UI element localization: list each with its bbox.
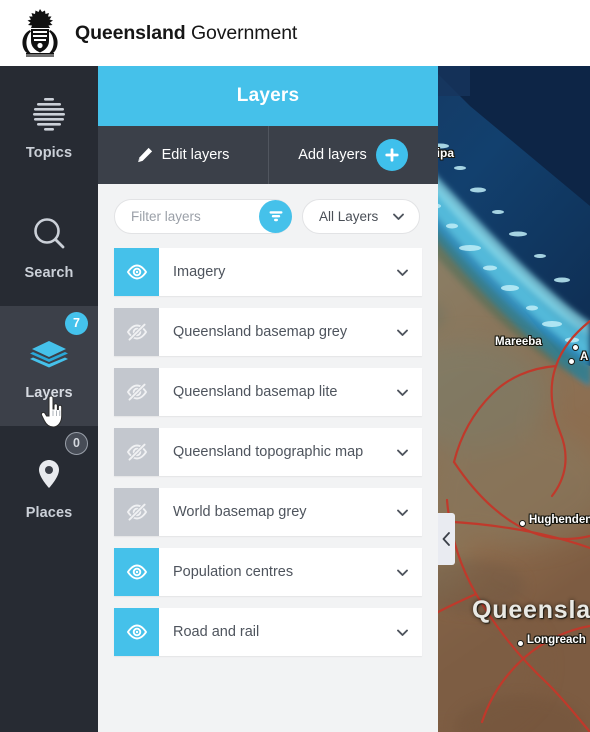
chevron-down-icon: [396, 389, 408, 396]
layer-expand-button[interactable]: [382, 548, 422, 596]
eye-slash-icon: [126, 382, 147, 402]
globe-stripes-icon: [33, 97, 65, 131]
edit-layers-label: Edit layers: [161, 147, 230, 163]
sidebar-item-search-label: Search: [24, 264, 74, 281]
eye-open-icon: [126, 564, 147, 580]
layer-scope-selected-value: All Layers: [319, 208, 379, 224]
add-layers-label: Add layers: [298, 147, 367, 163]
layer-expand-button[interactable]: [382, 608, 422, 656]
application-root: eipa Mareeba A n Hughenden Queensland Lo…: [0, 0, 590, 732]
chevron-down-icon: [396, 569, 408, 576]
filter-funnel-icon: [269, 211, 282, 222]
layer-row[interactable]: World basemap grey: [114, 488, 422, 536]
layer-row[interactable]: Queensland basemap grey: [114, 308, 422, 356]
map-state-label: Queensland: [472, 596, 590, 624]
layer-visibility-toggle[interactable]: [114, 488, 159, 536]
panel-title: Layers: [98, 66, 438, 126]
sidebar-item-layers[interactable]: 7 Layers: [0, 306, 98, 426]
eye-open-icon: [126, 264, 147, 280]
sidebar-item-topics[interactable]: Topics: [0, 66, 98, 186]
map-label: Hughenden: [529, 514, 590, 526]
layers-count-badge: 7: [65, 312, 88, 335]
eye-slash-icon: [126, 502, 147, 522]
site-brand-title: Queensland Government: [75, 22, 297, 45]
pencil-icon: [137, 147, 152, 163]
layer-expand-button[interactable]: [382, 428, 422, 476]
layer-visibility-toggle[interactable]: [114, 368, 159, 416]
chevron-down-icon: [396, 329, 408, 336]
layer-visibility-toggle[interactable]: [114, 308, 159, 356]
layer-name: Population centres: [173, 564, 294, 580]
sidebar-item-layers-label: Layers: [25, 384, 73, 401]
layer-name: Imagery: [173, 264, 226, 280]
layer-expand-button[interactable]: [382, 488, 422, 536]
layers-panel: Layers Edit layers Add layers Filter lay…: [98, 66, 438, 732]
layer-list: Imagery Queensland basemap grey Queensland…: [98, 248, 438, 732]
places-count-badge: 0: [65, 432, 88, 455]
layer-name: Queensland basemap lite: [173, 384, 338, 400]
chevron-left-icon: [442, 532, 450, 546]
map-city-dot: [519, 520, 526, 527]
layer-visibility-toggle[interactable]: [114, 428, 159, 476]
layer-row[interactable]: Road and rail: [114, 608, 422, 656]
layer-row[interactable]: Population centres: [114, 548, 422, 596]
edit-layers-button[interactable]: Edit layers: [98, 126, 268, 184]
map-city-dot: [568, 358, 575, 365]
layer-expand-button[interactable]: [382, 368, 422, 416]
layer-name: Road and rail: [173, 624, 260, 640]
sidebar-item-places[interactable]: 0 Places: [0, 426, 98, 546]
map-pin-icon: [39, 459, 59, 488]
layer-visibility-toggle[interactable]: [114, 608, 159, 656]
eye-slash-icon: [126, 322, 147, 342]
layer-name: World basemap grey: [173, 504, 307, 520]
layers-icon: [30, 340, 68, 367]
brand-name-bold: Queensland: [75, 21, 186, 44]
chevron-down-icon: [393, 213, 404, 220]
sidebar-item-places-label: Places: [25, 504, 73, 521]
layer-name: Queensland topographic map: [173, 444, 364, 460]
chevron-down-icon: [396, 269, 408, 276]
queensland-coat-of-arms-logo: [22, 9, 58, 57]
layer-expand-button[interactable]: [382, 308, 422, 356]
sidebar-item-search[interactable]: Search: [0, 186, 98, 306]
map-city-dot: [572, 344, 579, 351]
eye-slash-icon: [126, 442, 147, 462]
layer-visibility-toggle[interactable]: [114, 548, 159, 596]
primary-nav-rail: Topics Search 7 Layers 0 Places: [0, 66, 98, 732]
sidebar-item-topics-label: Topics: [25, 144, 73, 161]
layer-name: Queensland basemap grey: [173, 324, 348, 340]
chevron-down-icon: [396, 449, 408, 456]
add-layers-plus-button[interactable]: [375, 139, 408, 171]
layer-row[interactable]: Imagery: [114, 248, 422, 296]
filter-input-wrapper: [114, 198, 292, 234]
filter-row: All Layers: [98, 184, 438, 248]
search-icon: [34, 217, 65, 248]
layer-row[interactable]: Queensland topographic map: [114, 428, 422, 476]
filter-funnel-button[interactable]: [259, 199, 292, 233]
layer-expand-button[interactable]: [382, 248, 422, 296]
layer-row[interactable]: Queensland basemap lite: [114, 368, 422, 416]
brand-name-light: Government: [190, 21, 298, 44]
panel-toolbar: Edit layers Add layers: [98, 126, 438, 184]
map-city-dot: [517, 640, 524, 647]
plus-icon: [385, 148, 399, 162]
collapse-panel-button[interactable]: [438, 513, 455, 565]
layer-scope-select[interactable]: All Layers: [302, 198, 420, 234]
map-label: A: [580, 351, 589, 363]
add-layers-button[interactable]: Add layers: [268, 126, 438, 184]
eye-open-icon: [126, 624, 147, 640]
site-header: Queensland Government: [0, 0, 590, 66]
chevron-down-icon: [396, 629, 408, 636]
map-label: Longreach: [527, 634, 586, 646]
layer-visibility-toggle[interactable]: [114, 248, 159, 296]
chevron-down-icon: [396, 509, 408, 516]
map-label: Mareeba: [495, 336, 542, 348]
